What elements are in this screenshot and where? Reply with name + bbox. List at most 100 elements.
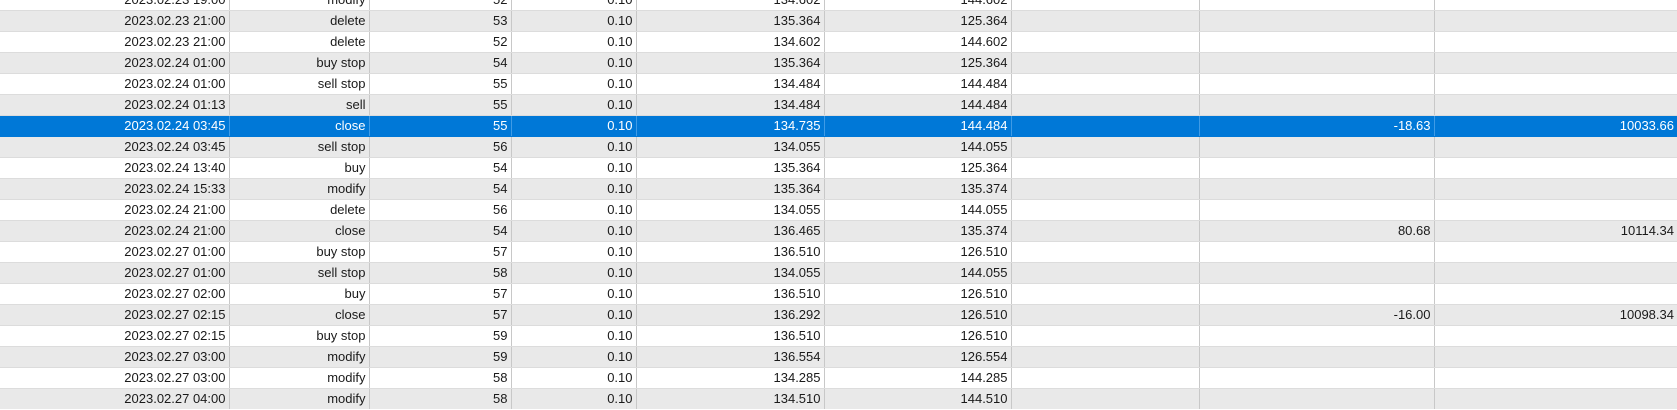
cell-order: 54: [369, 157, 512, 179]
cell-take-profit: [1011, 388, 1200, 409]
cell-balance: [1434, 157, 1677, 179]
cell-profit: [1199, 94, 1435, 116]
table-row[interactable]: 2023.02.24 15:33 modify 54 0.10 135.364 135.3…: [0, 178, 1677, 200]
cell-size: 0.10: [511, 73, 637, 95]
table-row[interactable]: 2023.02.24 03:45 sell stop 56 0.10 134.055 14…: [0, 136, 1677, 158]
cell-take-profit: [1011, 367, 1200, 389]
table-row[interactable]: 2023.02.27 03:00 modify 58 0.10 134.285 144.2…: [0, 367, 1677, 389]
cell-balance: 10114.34: [1434, 220, 1677, 242]
cell-take-profit: [1011, 10, 1200, 32]
cell-time: 2023.02.27 02:15: [0, 325, 230, 347]
cell-balance: [1434, 325, 1677, 347]
table-row[interactable]: 2023.02.27 02:15 close 57 0.10 136.292 126.51…: [0, 304, 1677, 326]
cell-type: sell stop: [229, 73, 370, 95]
cell-price: 134.602: [636, 31, 825, 53]
cell-balance: [1434, 136, 1677, 158]
table-row[interactable]: 2023.02.23 19:00modify520.10134.602144.6…: [0, 0, 1677, 11]
table-body: 2023.02.23 19:00modify520.10134.602144.6…: [0, 0, 1677, 409]
cell-stop-loss: 126.510: [824, 283, 1012, 305]
cell-stop-loss: 126.554: [824, 346, 1012, 368]
cell-time: 2023.02.27 03:00: [0, 367, 230, 389]
table-row[interactable]: 2023.02.24 01:00 buy stop 54 0.10 135.364 125…: [0, 52, 1677, 74]
trade-history-table: 2023.02.23 19:00modify520.10134.602144.6…: [0, 0, 1677, 409]
cell-profit: [1199, 199, 1435, 221]
cell-price: 136.510: [636, 241, 825, 263]
cell-price: 135.364: [636, 157, 825, 179]
cell-price: 134.055: [636, 136, 825, 158]
cell-stop-loss: 126.510: [824, 241, 1012, 263]
cell-size: 0.10: [511, 367, 637, 389]
cell-take-profit: [1011, 178, 1200, 200]
table-row[interactable]: 2023.02.23 21:00 delete 52 0.10 134.602 144.6…: [0, 31, 1677, 53]
cell-profit: -18.63: [1199, 115, 1435, 137]
table-row[interactable]: 2023.02.27 03:00 modify 59 0.10 136.554 126.5…: [0, 346, 1677, 368]
cell-price: 134.055: [636, 262, 825, 284]
cell-balance: [1434, 31, 1677, 53]
table-row[interactable]: 2023.02.24 03:45 close 55 0.10 134.735 144.48…: [0, 115, 1677, 137]
cell-balance: [1434, 367, 1677, 389]
cell-type: modify: [229, 178, 370, 200]
cell-stop-loss: 144.484: [824, 94, 1012, 116]
cell-size: 0.10: [511, 52, 637, 74]
cell-time: 2023.02.27 01:00: [0, 241, 230, 263]
cell-balance: [1434, 262, 1677, 284]
cell-order: 57: [369, 283, 512, 305]
cell-size: 0.10: [511, 31, 637, 53]
cell-profit: [1199, 31, 1435, 53]
table-row[interactable]: 2023.02.24 01:13 sell 55 0.10 134.484 144.484: [0, 94, 1677, 116]
table-row[interactable]: 2023.02.27 02:15 buy stop 59 0.10 136.510 126…: [0, 325, 1677, 347]
cell-profit: [1199, 388, 1435, 409]
table-row[interactable]: 2023.02.23 21:00 delete 53 0.10 135.364 125.3…: [0, 10, 1677, 32]
cell-stop-loss: 125.364: [824, 157, 1012, 179]
cell-order: 59: [369, 346, 512, 368]
cell-order: 52: [369, 0, 512, 11]
cell-stop-loss: 144.055: [824, 199, 1012, 221]
cell-stop-loss: 144.602: [824, 0, 1012, 11]
cell-order: 59: [369, 325, 512, 347]
cell-order: 55: [369, 73, 512, 95]
cell-type: delete: [229, 199, 370, 221]
cell-size: 0.10: [511, 115, 637, 137]
cell-order: 53: [369, 10, 512, 32]
cell-type: sell stop: [229, 136, 370, 158]
cell-profit: 80.68: [1199, 220, 1435, 242]
cell-price: 134.602: [636, 0, 825, 11]
cell-type: modify: [229, 0, 370, 11]
table-row[interactable]: 2023.02.27 01:00 buy stop 57 0.10 136.510 126…: [0, 241, 1677, 263]
table-row[interactable]: 2023.02.24 21:00 close 54 0.10 136.465 135.37…: [0, 220, 1677, 242]
table-row[interactable]: 2023.02.24 13:40 buy 54 0.10 135.364 125.364: [0, 157, 1677, 179]
cell-price: 136.510: [636, 325, 825, 347]
cell-stop-loss: 126.510: [824, 325, 1012, 347]
table-row[interactable]: 2023.02.24 01:00 sell stop 55 0.10 134.484 14…: [0, 73, 1677, 95]
cell-price: 134.484: [636, 94, 825, 116]
cell-order: 57: [369, 241, 512, 263]
table-row[interactable]: 2023.02.27 04:00 modify 58 0.10 134.510 144.5…: [0, 388, 1677, 409]
cell-size: 0.10: [511, 136, 637, 158]
cell-take-profit: [1011, 346, 1200, 368]
cell-stop-loss: 125.364: [824, 52, 1012, 74]
cell-type: modify: [229, 388, 370, 409]
cell-profit: [1199, 10, 1435, 32]
cell-profit: [1199, 367, 1435, 389]
cell-order: 57: [369, 304, 512, 326]
cell-type: delete: [229, 31, 370, 53]
cell-take-profit: [1011, 199, 1200, 221]
cell-profit: -16.00: [1199, 304, 1435, 326]
cell-profit: [1199, 0, 1435, 11]
cell-size: 0.10: [511, 178, 637, 200]
cell-order: 54: [369, 52, 512, 74]
cell-type: buy stop: [229, 52, 370, 74]
table-row[interactable]: 2023.02.27 02:00 buy 57 0.10 136.510 126.510: [0, 283, 1677, 305]
cell-type: sell stop: [229, 262, 370, 284]
cell-take-profit: [1011, 94, 1200, 116]
cell-take-profit: [1011, 157, 1200, 179]
cell-size: 0.10: [511, 220, 637, 242]
cell-size: 0.10: [511, 388, 637, 409]
cell-size: 0.10: [511, 283, 637, 305]
table-row[interactable]: 2023.02.24 21:00 delete 56 0.10 134.055 144.0…: [0, 199, 1677, 221]
table-row[interactable]: 2023.02.27 01:00 sell stop 58 0.10 134.055 14…: [0, 262, 1677, 284]
cell-stop-loss: 126.510: [824, 304, 1012, 326]
cell-price: 136.465: [636, 220, 825, 242]
cell-price: 135.364: [636, 52, 825, 74]
cell-price: 134.510: [636, 388, 825, 409]
